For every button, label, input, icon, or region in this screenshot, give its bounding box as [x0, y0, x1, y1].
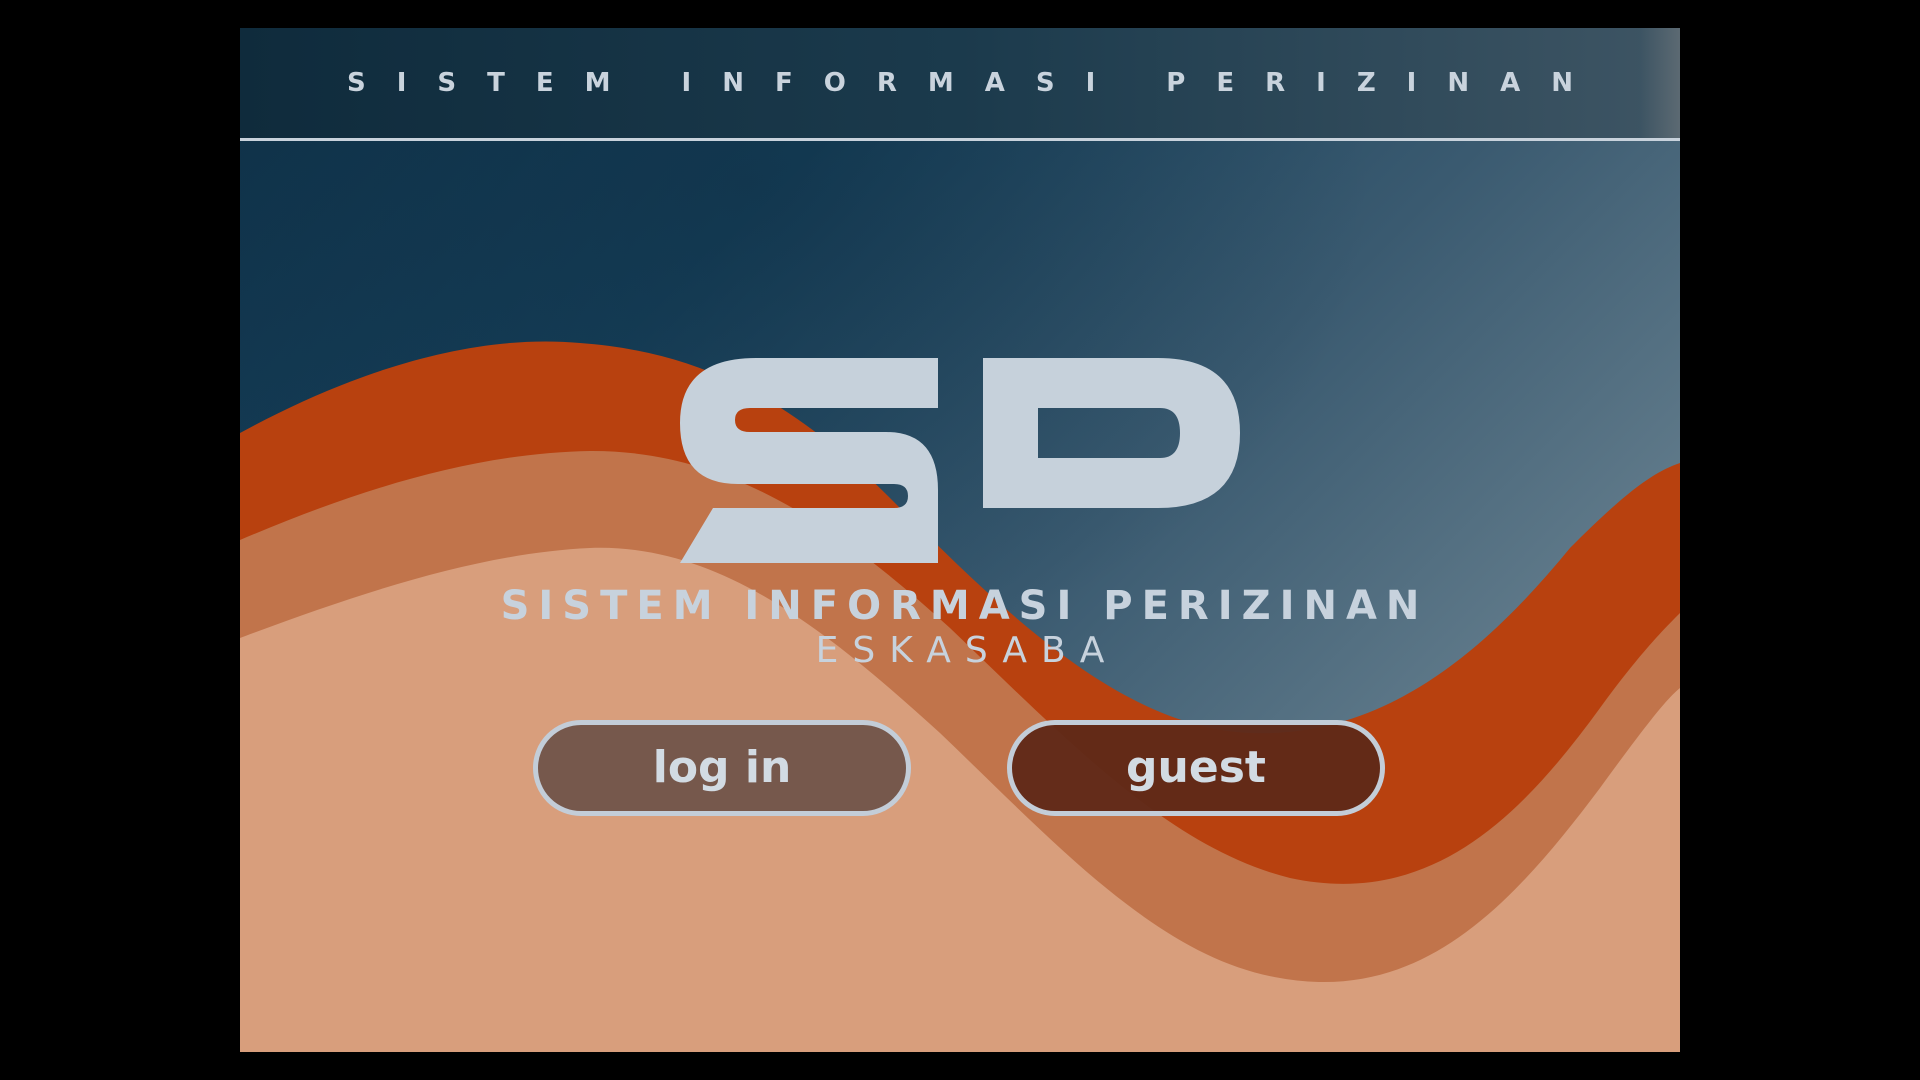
- app-screen: SISTEM INFORMASI PERIZINAN SISTEM INFORM…: [240, 28, 1680, 1052]
- app-name: SISTEM INFORMASI PERIZINAN: [500, 583, 1429, 629]
- app-subname: ESKASABA: [815, 630, 1119, 671]
- sip-logo: [680, 358, 1240, 563]
- logo-letter-p-stem: [983, 358, 1038, 508]
- logo-letter-s: [680, 358, 938, 563]
- header-title: SISTEM INFORMASI PERIZINAN: [347, 68, 1604, 98]
- guest-button[interactable]: guest: [1007, 720, 1385, 816]
- logo-letter-p: [1038, 358, 1240, 508]
- login-button[interactable]: log in: [533, 720, 911, 816]
- header-divider: [240, 138, 1680, 141]
